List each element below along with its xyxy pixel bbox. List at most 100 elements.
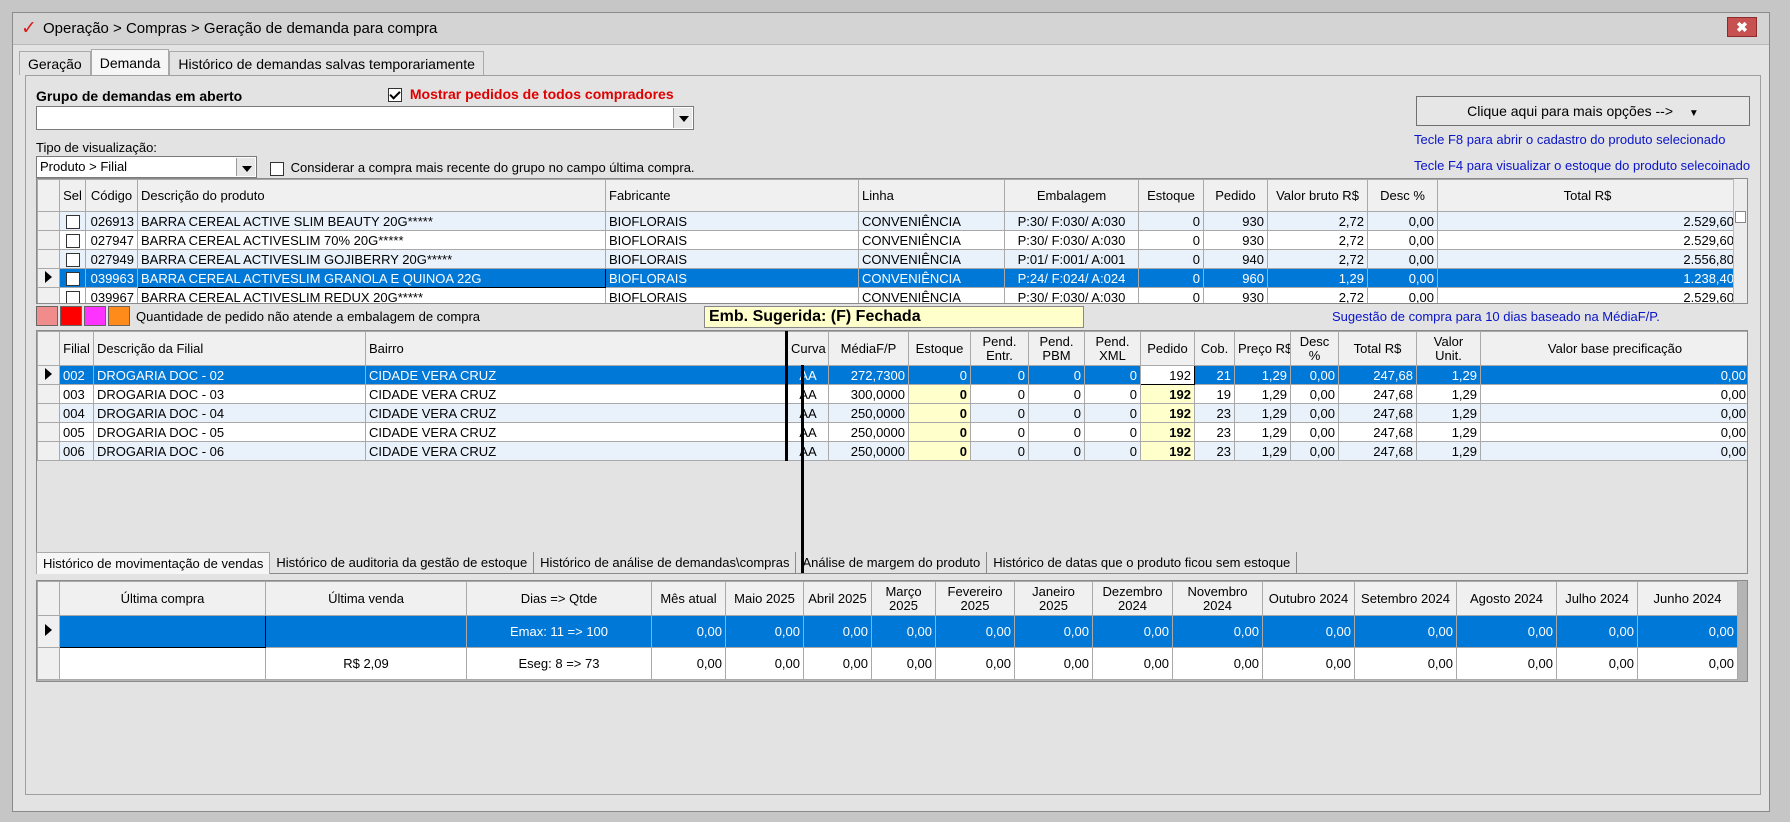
col-pedido[interactable]: Pedido bbox=[1140, 331, 1195, 366]
table-row[interactable]: 026913 BARRA CEREAL ACTIVE SLIM BEAUTY 2… bbox=[37, 211, 1738, 231]
scroll-thumb[interactable] bbox=[1735, 211, 1746, 223]
table-row[interactable]: 027949 BARRA CEREAL ACTIVESLIM GOJIBERRY… bbox=[37, 249, 1738, 269]
table-row-selected[interactable]: 039963 BARRA CEREAL ACTIVESLIM GRANOLA E… bbox=[37, 268, 1738, 288]
tab-analise-demandas[interactable]: Histórico de análise de demandas\compras bbox=[534, 552, 797, 574]
cell-descricao: BARRA CEREAL ACTIVESLIM GOJIBERRY 20G***… bbox=[137, 249, 606, 269]
col-pedido[interactable]: Pedido bbox=[1203, 179, 1268, 212]
col-desc[interactable]: Desc % bbox=[1367, 179, 1438, 212]
row-checkbox[interactable] bbox=[59, 211, 86, 231]
table-row[interactable]: R$ 2,09 Eseg: 8 => 73 0,00 0,00 0,00 0,0… bbox=[37, 647, 1738, 680]
tab-demanda[interactable]: Demanda bbox=[90, 49, 170, 75]
col-dias-qtde[interactable]: Dias => Qtde bbox=[466, 581, 652, 616]
history-grid[interactable]: Última compra Última venda Dias => Qtde … bbox=[36, 580, 1748, 682]
tipo-visualizacao-select[interactable]: Produto > Filial bbox=[36, 156, 257, 178]
row-checkbox[interactable] bbox=[59, 230, 86, 250]
tab-auditoria-estoque[interactable]: Histórico de auditoria da gestão de esto… bbox=[270, 552, 535, 574]
col-agosto-2024[interactable]: Agosto 2024 bbox=[1456, 581, 1557, 616]
col-valor-base[interactable]: Valor base precificação bbox=[1480, 331, 1747, 366]
col-setembro-2024[interactable]: Setembro 2024 bbox=[1354, 581, 1457, 616]
considerar-check-icon[interactable] bbox=[270, 161, 284, 176]
col-novembro-2024[interactable]: Novembro 2024 bbox=[1172, 581, 1263, 616]
col-mes-atual[interactable]: Mês atual bbox=[651, 581, 726, 616]
col-ultima-venda[interactable]: Última venda bbox=[265, 581, 467, 616]
checkbox-icon[interactable] bbox=[65, 290, 80, 303]
col-fevereiro-2025[interactable]: Fevereiro 2025 bbox=[935, 581, 1015, 616]
table-row[interactable]: 005 DROGARIA DOC - 05 CIDADE VERA CRUZ A… bbox=[37, 422, 1747, 442]
col-outubro-2024[interactable]: Outubro 2024 bbox=[1262, 581, 1355, 616]
checkbox-icon[interactable] bbox=[65, 233, 80, 248]
row-checkbox[interactable] bbox=[59, 268, 86, 288]
col-desc[interactable]: Desc % bbox=[1290, 331, 1339, 366]
col-pend-pbm[interactable]: Pend. PBM bbox=[1028, 331, 1085, 366]
col-fabricante[interactable]: Fabricante bbox=[605, 179, 859, 212]
col-abril-2025[interactable]: Abril 2025 bbox=[803, 581, 872, 616]
col-estoque[interactable]: Estoque bbox=[908, 331, 971, 366]
tab-geracao[interactable]: Geração bbox=[19, 51, 91, 75]
col-preco[interactable]: Preço R$ bbox=[1234, 331, 1291, 366]
grid-splitter[interactable] bbox=[801, 365, 804, 573]
cell-pedido[interactable]: 192 bbox=[1140, 441, 1195, 461]
tab-historico-demandas[interactable]: Histórico de demandas salvas temporariam… bbox=[169, 51, 484, 75]
chevron-down-icon[interactable] bbox=[673, 108, 692, 128]
col-ultima-compra[interactable]: Última compra bbox=[59, 581, 266, 616]
cell-pend-xml: 0 bbox=[1084, 384, 1141, 404]
products-grid[interactable]: Sel Código Descrição do produto Fabrican… bbox=[36, 178, 1748, 304]
col-descricao[interactable]: Descrição do produto bbox=[137, 179, 606, 212]
col-valor-unit[interactable]: Valor Unit. bbox=[1416, 331, 1481, 366]
table-row[interactable]: 027947 BARRA CEREAL ACTIVESLIM 70% 20G**… bbox=[37, 230, 1738, 250]
row-indicator bbox=[37, 249, 60, 269]
col-dezembro-2024[interactable]: Dezembro 2024 bbox=[1092, 581, 1173, 616]
tab-analise-margem[interactable]: Análise de margem do produto bbox=[796, 552, 988, 574]
col-media[interactable]: MédiaF/P bbox=[828, 331, 909, 366]
cell-pedido[interactable]: 192 bbox=[1140, 384, 1195, 404]
row-checkbox[interactable] bbox=[59, 287, 86, 303]
branches-grid[interactable]: Filial Descrição da Filial Bairro Curva … bbox=[36, 330, 1748, 574]
table-row[interactable]: 039967 BARRA CEREAL ACTIVESLIM REDUX 20G… bbox=[37, 287, 1738, 303]
col-maio-2025[interactable]: Maio 2025 bbox=[725, 581, 804, 616]
table-row-selected[interactable]: 002 DROGARIA DOC - 02 CIDADE VERA CRUZ A… bbox=[37, 365, 1747, 385]
products-scrollbar[interactable] bbox=[1733, 179, 1747, 303]
legend-swatch bbox=[36, 306, 58, 326]
col-codigo[interactable]: Código bbox=[85, 179, 138, 212]
table-row-selected[interactable]: Emax: 11 => 100 0,00 0,00 0,00 0,00 0,00… bbox=[37, 615, 1738, 648]
emb-sugerida-box: Emb. Sugerida: (F) Fechada bbox=[704, 306, 1084, 328]
col-pend-xml[interactable]: Pend. XML bbox=[1084, 331, 1141, 366]
mais-opcoes-button[interactable]: Clique aqui para mais opções --> ▼ bbox=[1416, 96, 1750, 126]
checkbox-icon[interactable] bbox=[65, 271, 80, 286]
table-row[interactable]: 004 DROGARIA DOC - 04 CIDADE VERA CRUZ A… bbox=[37, 403, 1747, 423]
col-julho-2024[interactable]: Julho 2024 bbox=[1556, 581, 1638, 616]
col-bairro[interactable]: Bairro bbox=[365, 331, 788, 366]
col-total[interactable]: Total R$ bbox=[1338, 331, 1417, 366]
col-embalagem[interactable]: Embalagem bbox=[1004, 179, 1139, 212]
col-cob[interactable]: Cob. bbox=[1194, 331, 1235, 366]
col-sel[interactable]: Sel bbox=[59, 179, 86, 212]
col-valor-bruto[interactable]: Valor bruto R$ bbox=[1267, 179, 1368, 212]
col-janeiro-2025[interactable]: Janeiro 2025 bbox=[1014, 581, 1093, 616]
table-row[interactable]: 003 DROGARIA DOC - 03 CIDADE VERA CRUZ A… bbox=[37, 384, 1747, 404]
cell-pedido[interactable]: 192 bbox=[1140, 422, 1195, 442]
tab-historico-vendas[interactable]: Histórico de movimentação de vendas bbox=[36, 552, 271, 574]
col-marco-2025[interactable]: Março 2025 bbox=[871, 581, 936, 616]
cell-pedido-editor[interactable]: 192 bbox=[1140, 365, 1195, 385]
checkbox-icon[interactable] bbox=[65, 214, 80, 229]
row-checkbox[interactable] bbox=[59, 249, 86, 269]
col-filial[interactable]: Filial bbox=[59, 331, 94, 366]
checkbox-icon[interactable] bbox=[65, 252, 80, 267]
table-row[interactable]: 006 DROGARIA DOC - 06 CIDADE VERA CRUZ A… bbox=[37, 441, 1747, 461]
cell-pedido[interactable]: 192 bbox=[1140, 403, 1195, 423]
chevron-down-icon[interactable] bbox=[236, 158, 255, 176]
col-junho-2024[interactable]: Junho 2024 bbox=[1637, 581, 1738, 616]
mostrar-pedidos-checkbox[interactable]: Mostrar pedidos de todos compradores bbox=[388, 86, 674, 103]
col-curva[interactable]: Curva bbox=[786, 331, 829, 366]
grupo-select[interactable] bbox=[36, 106, 694, 130]
tab-datas-sem-estoque[interactable]: Histórico de datas que o produto ficou s… bbox=[987, 552, 1298, 574]
col-estoque[interactable]: Estoque bbox=[1138, 179, 1204, 212]
close-button[interactable]: ✖ bbox=[1727, 17, 1757, 37]
col-pend-entr[interactable]: Pend. Entr. bbox=[970, 331, 1029, 366]
considerar-checkbox[interactable]: Considerar a compra mais recente do grup… bbox=[270, 160, 695, 176]
col-descricao-filial[interactable]: Descrição da Filial bbox=[93, 331, 366, 366]
col-total[interactable]: Total R$ bbox=[1437, 179, 1738, 212]
cell-curva: AA bbox=[786, 403, 829, 423]
mostrar-pedidos-check-icon[interactable] bbox=[388, 88, 402, 103]
col-linha[interactable]: Linha bbox=[858, 179, 1005, 212]
